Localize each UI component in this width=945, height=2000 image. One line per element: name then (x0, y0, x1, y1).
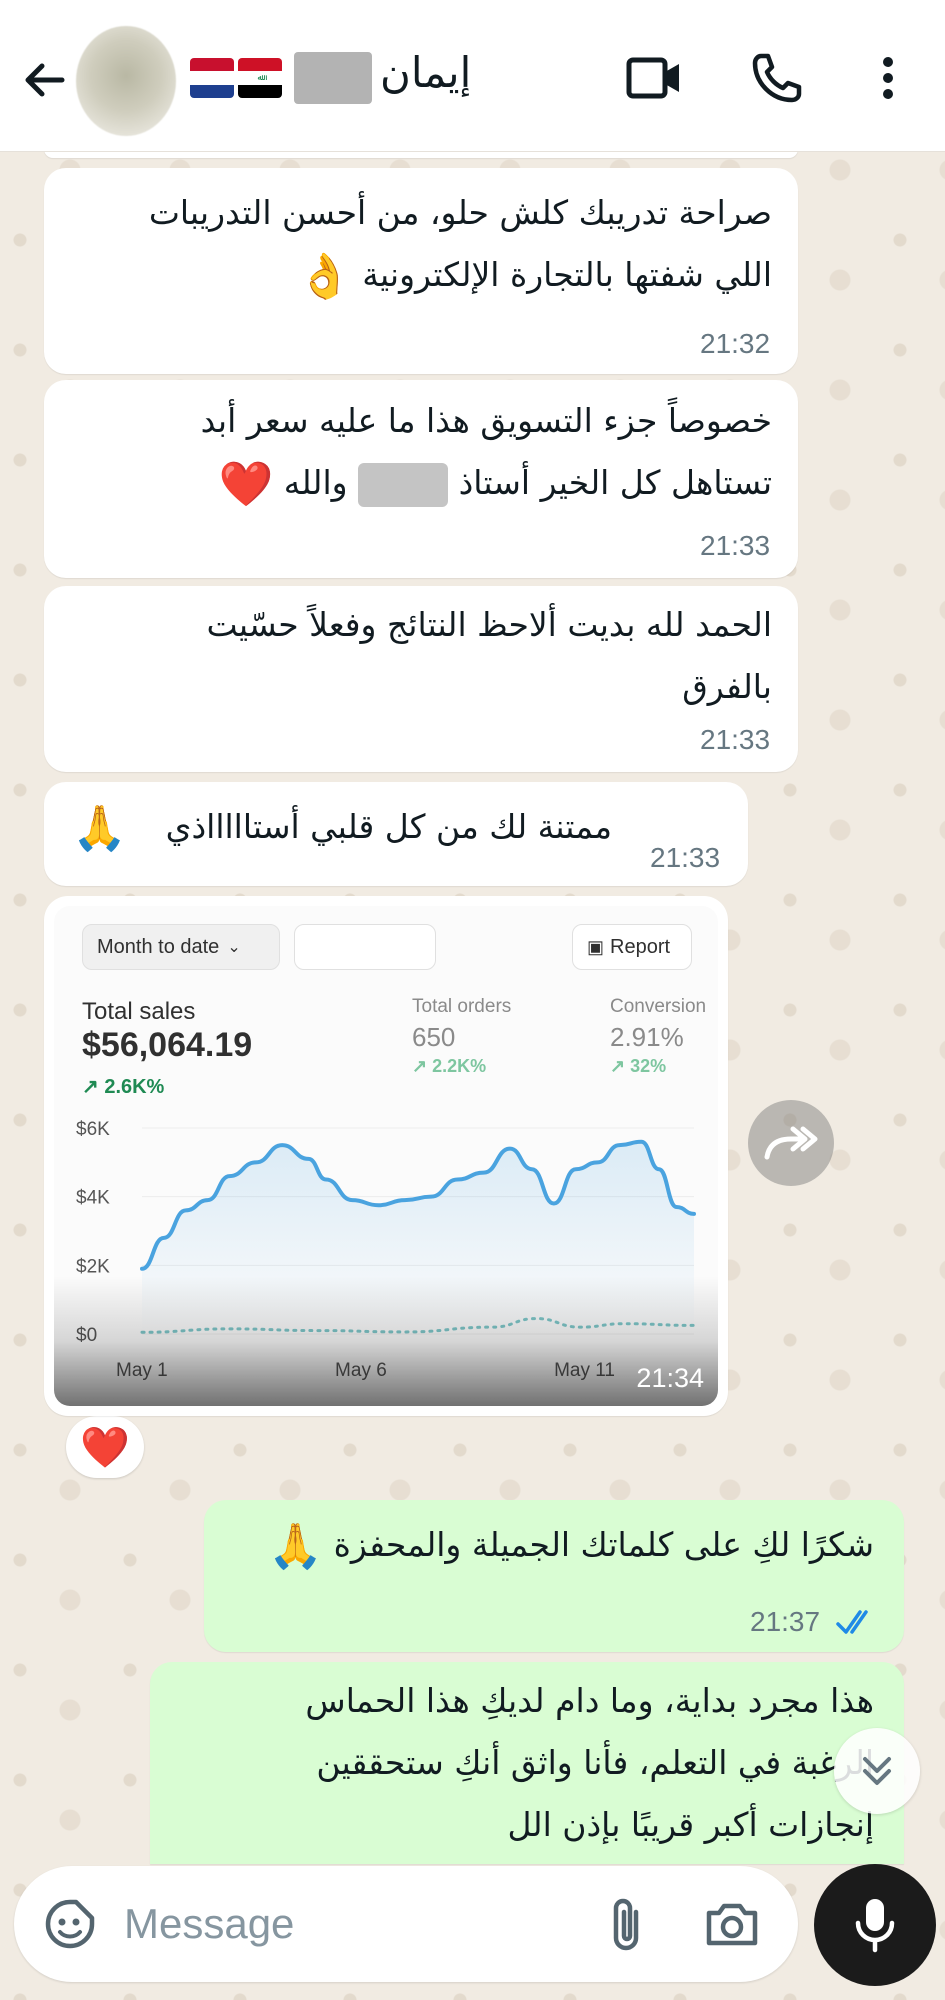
message-reaction[interactable]: ❤️ (66, 1416, 144, 1478)
message-text: شكرًا لكِ على كلماتك الجميلة والمحفزة 🙏 (268, 1514, 874, 1578)
attach-button[interactable] (596, 1894, 656, 1954)
total-sales-delta: ↗ 2.6K% (82, 1076, 165, 1098)
report-icon: ▣ (587, 936, 605, 957)
netherlands-flag-icon (190, 58, 234, 98)
conversion-label: Conversion (610, 996, 707, 1017)
x-tick-label: May 11 (554, 1360, 615, 1381)
y-tick-label: $0 (76, 1325, 97, 1346)
read-receipt-icon (836, 1610, 868, 1634)
blank-filter-pill (294, 924, 436, 970)
x-tick-label: May 1 (116, 1360, 168, 1381)
red-heart-emoji: ❤️ (218, 458, 274, 510)
ok-hand-emoji: 👌 (296, 250, 352, 302)
chevron-down-icon: ⌄ (227, 939, 241, 956)
more-options-button[interactable] (858, 46, 918, 110)
message-time: 21:33 (700, 530, 771, 561)
total-sales-value: $56,064.19 (82, 1026, 253, 1064)
message-text: الحمد لله بديت ألاحظ النتائج وفعلاً حسّي… (206, 605, 772, 706)
y-tick-label: $6K (76, 1119, 110, 1140)
praying-hands-emoji: 🙏 (72, 803, 127, 854)
sticker-icon (45, 1899, 95, 1949)
phone-icon (752, 53, 802, 103)
back-button[interactable] (14, 50, 74, 110)
message-bubble[interactable]: الحمد لله بديت ألاحظ النتائج وفعلاً حسّي… (44, 586, 798, 772)
series-area (142, 1141, 694, 1334)
message-text: صراحة تدريبك كلش حلو، من أحسن التدريبات … (149, 182, 772, 308)
sticker-button[interactable] (40, 1894, 100, 1954)
message-text: خصوصاً جزء التسويق هذا ما عليه سعر أبد ت… (201, 390, 772, 516)
message-bubble-outgoing[interactable]: هذا مجرد بداية، وما دام لديكِ هذا الحماس… (150, 1662, 904, 1864)
total-orders-value: 650 (412, 1022, 456, 1052)
red-heart-emoji: ❤️ (80, 1424, 130, 1471)
avatar[interactable] (76, 26, 176, 136)
sales-line-chart: $6K $4K $2K $0 May 1 May 6 May 11 (76, 1119, 696, 1381)
conversion-delta: ↗ 32% (610, 1056, 667, 1076)
message-text: هذا مجرد بداية، وما دام لديكِ هذا الحماس… (305, 1681, 874, 1844)
chevron-double-down-icon (863, 1757, 891, 1785)
total-sales-label: Total sales (82, 998, 196, 1025)
forward-icon (764, 1126, 818, 1160)
voice-record-button[interactable] (814, 1864, 936, 1986)
message-bubble[interactable]: خصوصاً جزء التسويق هذا ما عليه سعر أبد ت… (44, 380, 798, 578)
message-time: 21:33 (700, 724, 771, 755)
message-time: 21:32 (700, 328, 771, 359)
praying-hands-emoji: 🙏 (268, 1520, 324, 1572)
message-bubble-outgoing[interactable]: شكرًا لكِ على كلماتك الجميلة والمحفزة 🙏 … (204, 1500, 904, 1652)
contact-name[interactable]: إيمان (380, 48, 471, 97)
more-vert-icon (883, 57, 893, 99)
video-call-icon (626, 57, 679, 99)
image-message[interactable]: Month to date ⌄ ▣ Report Total sales $56… (44, 896, 728, 1416)
back-arrow-icon (25, 63, 65, 97)
scroll-to-bottom-button[interactable] (834, 1728, 920, 1814)
message-input[interactable] (124, 1894, 574, 1954)
message-text: ممتنة لك من كل قلبي أستاااااذي (165, 807, 612, 846)
total-orders-label: Total orders (412, 996, 512, 1017)
conversion-value: 2.91% (610, 1022, 684, 1052)
name-flags: ﷲ (190, 58, 282, 98)
message-time: 21:33 (650, 842, 721, 873)
x-tick-label: May 6 (335, 1360, 387, 1381)
attach-icon (613, 1898, 639, 1951)
forward-button[interactable] (748, 1100, 834, 1186)
message-bubble[interactable]: ممتنة لك من كل قلبي أستاااااذي 🙏 21:33 (44, 782, 748, 886)
report-button: ▣ Report (572, 924, 692, 970)
sales-dashboard-screenshot: Month to date ⌄ ▣ Report Total sales $56… (54, 906, 718, 1406)
camera-icon (706, 1903, 758, 1946)
video-call-button[interactable] (620, 46, 690, 110)
message-bubble[interactable]: صراحة تدريبك كلش حلو، من أحسن التدريبات … (44, 168, 798, 374)
mic-icon (855, 1899, 895, 1953)
redacted-name (358, 462, 449, 507)
total-orders-delta: ↗ 2.2K% (412, 1056, 487, 1076)
y-tick-label: $4K (76, 1188, 110, 1209)
camera-button[interactable] (702, 1894, 762, 1954)
message-time: 21:34 (636, 1363, 704, 1393)
message-composer (14, 1866, 798, 1982)
voice-call-button[interactable] (742, 46, 812, 110)
message-time: 21:37 (750, 1606, 821, 1637)
chat-header: ﷲ إيمان (0, 0, 945, 152)
iraq-flag-icon: ﷲ (238, 58, 282, 98)
y-tick-label: $2K (76, 1256, 110, 1277)
redacted-name (294, 52, 372, 104)
date-filter-dropdown: Month to date ⌄ (82, 924, 280, 970)
